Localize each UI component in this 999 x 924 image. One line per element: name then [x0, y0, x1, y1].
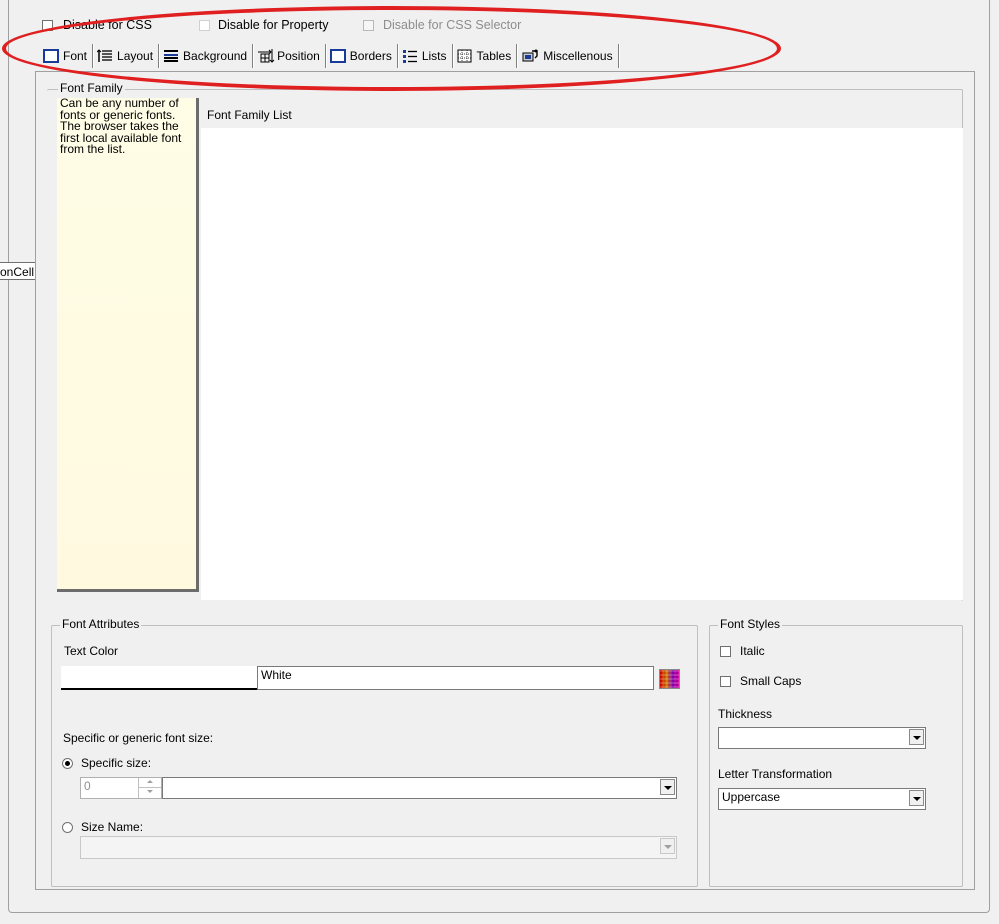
small-caps-label: Small Caps — [740, 674, 802, 688]
tab-background-label: Background — [183, 48, 248, 63]
tab-borders[interactable]: Borders — [326, 43, 398, 68]
chevron-down-icon — [660, 838, 675, 854]
tab-position[interactable]: Position — [253, 43, 326, 68]
tab-tables[interactable]: Tables — [453, 43, 518, 68]
small-caps-checkbox[interactable]: Small Caps — [720, 674, 801, 688]
font-family-list-header: Font Family List — [207, 108, 292, 122]
color-picker-icon[interactable] — [659, 669, 680, 689]
chevron-down-icon[interactable] — [660, 779, 675, 795]
tab-font-label: Font — [63, 48, 88, 63]
tab-borders-label: Borders — [349, 48, 392, 63]
checkbox-box — [363, 19, 374, 31]
tab-tables-label: Tables — [476, 48, 512, 63]
font-size-label: Specific or generic font size: — [63, 731, 214, 745]
tab-lists-label: Lists — [421, 48, 447, 63]
spinner-up-icon[interactable] — [139, 778, 161, 788]
position-tab-icon — [257, 48, 275, 63]
radio-indicator[interactable] — [62, 821, 73, 833]
tab-position-label: Position — [277, 48, 320, 63]
tab-miscellaneous[interactable]: Miscellenous — [517, 43, 619, 68]
thickness-select[interactable] — [718, 727, 926, 749]
property-cell-tooltip-fragment: onCell — [0, 262, 38, 280]
specific-size-unit-select[interactable] — [162, 777, 677, 799]
lists-tab-icon — [402, 49, 418, 63]
text-color-input[interactable]: White — [257, 666, 654, 690]
size-name-radio[interactable]: Size Name: — [62, 820, 143, 834]
letter-transformation-value: Uppercase — [722, 790, 781, 804]
disable-for-property-label: Disable for Property — [218, 18, 329, 32]
font-family-help-text: Can be any number of fonts or generic fo… — [57, 97, 199, 592]
disable-for-css-selector-label: Disable for CSS Selector — [383, 18, 522, 32]
checkbox-box[interactable] — [199, 19, 210, 31]
letter-transformation-label: Letter Transformation — [718, 767, 833, 781]
disable-for-css-label: Disable for CSS — [63, 18, 152, 32]
specific-size-label: Specific size: — [81, 756, 152, 770]
spinner-down-icon[interactable] — [139, 788, 161, 797]
tab-font[interactable]: Font — [35, 43, 94, 68]
letter-transformation-select[interactable]: Uppercase — [718, 788, 926, 810]
font-family-group-label: Font Family — [58, 81, 125, 95]
miscellaneous-tab-icon — [521, 49, 539, 63]
tab-layout-label: Layout — [117, 48, 154, 63]
checkbox-box[interactable] — [720, 645, 731, 657]
disable-for-css-selector-checkbox: Disable for CSS Selector — [363, 18, 521, 32]
text-color-label: Text Color — [64, 644, 119, 658]
size-name-label: Size Name: — [81, 820, 144, 834]
layout-tab-icon — [96, 48, 113, 63]
thickness-label: Thickness — [718, 707, 773, 721]
font-styles-group — [709, 625, 963, 887]
chevron-down-icon[interactable] — [909, 729, 924, 745]
font-styles-group-label: Font Styles — [718, 617, 783, 631]
size-name-select — [80, 836, 677, 859]
chevron-down-icon[interactable] — [909, 790, 924, 806]
borders-tab-icon — [329, 48, 346, 63]
tab-background[interactable]: Background — [159, 43, 254, 68]
tab-strip: Font Layout Background Position Borders … — [35, 40, 965, 71]
radio-indicator[interactable] — [62, 757, 73, 769]
font-family-list[interactable] — [201, 128, 963, 600]
tab-layout[interactable]: Layout — [93, 43, 160, 68]
disable-for-css-checkbox[interactable]: Disable for CSS — [42, 18, 152, 32]
tab-miscellaneous-label: Miscellenous — [543, 48, 613, 63]
background-tab-icon — [163, 49, 179, 63]
checkbox-box[interactable] — [720, 675, 731, 687]
tables-tab-icon — [457, 49, 473, 63]
font-attributes-group-label: Font Attributes — [60, 617, 142, 631]
spinner-buttons[interactable] — [138, 778, 161, 798]
font-tab-icon — [43, 48, 59, 63]
italic-checkbox[interactable]: Italic — [720, 644, 765, 658]
disable-for-property-checkbox[interactable]: Disable for Property — [199, 18, 328, 32]
text-color-preview — [61, 666, 257, 690]
tab-lists[interactable]: Lists — [398, 43, 453, 68]
specific-size-radio[interactable]: Specific size: — [62, 756, 151, 770]
checkbox-box[interactable] — [42, 19, 53, 31]
italic-label: Italic — [740, 644, 765, 658]
